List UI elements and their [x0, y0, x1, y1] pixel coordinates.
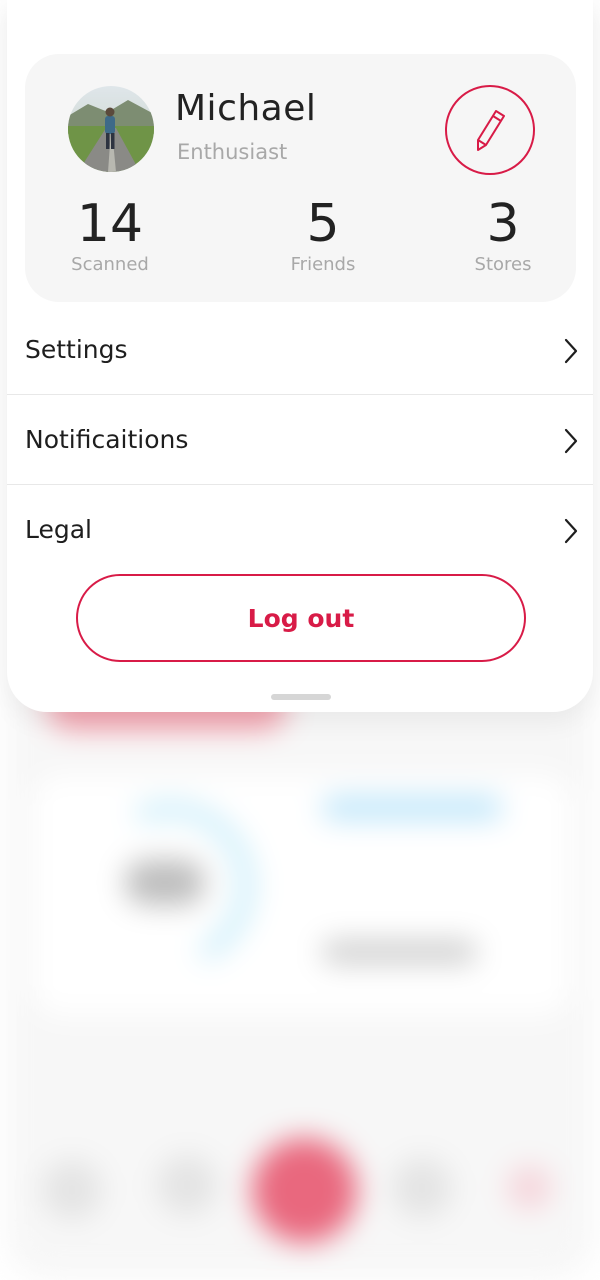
chevron-right-icon: [564, 338, 578, 364]
avatar[interactable]: [68, 86, 154, 172]
user-name: Michael: [175, 88, 317, 129]
background-ring-value: [125, 860, 205, 905]
profile-sheet: Michael Enthusiast 14 Scanned 5 Friends …: [7, 0, 593, 712]
background-nav-scan-button: [252, 1138, 357, 1243]
chevron-right-icon: [564, 518, 578, 544]
background-subtitle-bar: [322, 940, 477, 964]
stat-stores: 3 Stores: [433, 194, 573, 275]
pencil-icon: [477, 110, 505, 151]
menu-item-settings[interactable]: Settings: [7, 305, 593, 394]
stat-value: 14: [76, 194, 144, 254]
stat-value: 5: [306, 194, 340, 254]
user-role: Enthusiast: [177, 140, 288, 164]
profile-menu: Settings Notificaitions Legal: [7, 305, 593, 574]
menu-item-legal[interactable]: Legal: [7, 485, 593, 574]
stat-label: Stores: [474, 254, 532, 275]
profile-card: Michael Enthusiast 14 Scanned 5 Friends …: [25, 54, 576, 302]
background-nav-item: [392, 1158, 452, 1218]
logout-button[interactable]: Log out: [76, 574, 526, 662]
background-title-bar: [322, 796, 502, 820]
background-nav-item: [42, 1160, 102, 1220]
stat-friends: 5 Friends: [253, 194, 393, 275]
user-photo-icon: [68, 86, 154, 172]
menu-item-notifications[interactable]: Notificaitions: [7, 395, 593, 484]
background-nav-item: [157, 1155, 217, 1215]
menu-item-label: Legal: [25, 515, 93, 544]
stat-label: Friends: [290, 254, 356, 275]
stat-value: 3: [486, 194, 520, 254]
edit-profile-button[interactable]: [445, 85, 535, 175]
sheet-drag-handle[interactable]: [271, 694, 331, 700]
menu-item-label: Settings: [25, 335, 128, 364]
menu-item-label: Notificaitions: [25, 425, 189, 454]
stat-scanned: 14 Scanned: [40, 194, 180, 275]
background-nav-item: [507, 1165, 552, 1210]
stat-label: Scanned: [71, 254, 149, 275]
chevron-right-icon: [564, 428, 578, 454]
